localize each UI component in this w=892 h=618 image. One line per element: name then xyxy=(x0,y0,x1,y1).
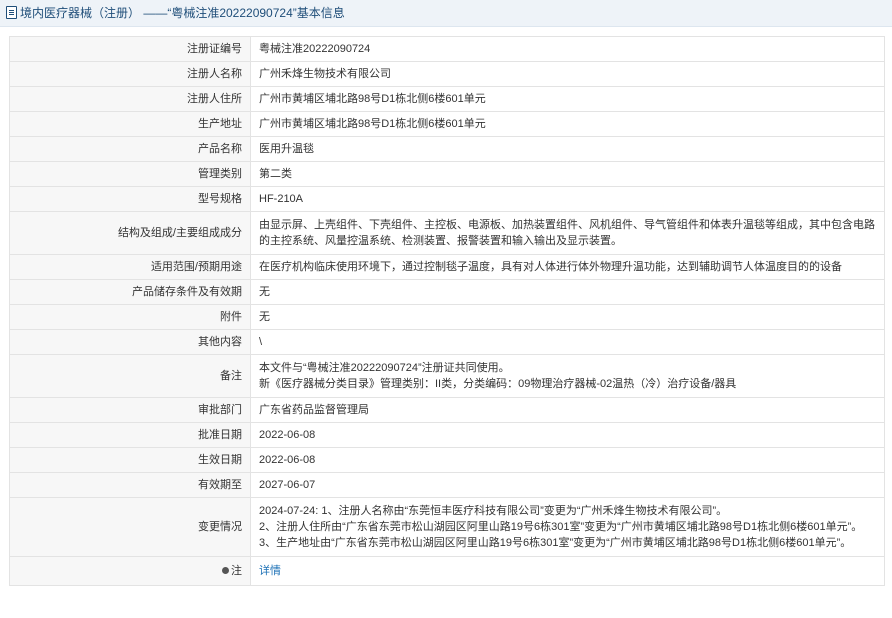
label-other: 其他内容 xyxy=(9,329,251,355)
label-mgmt-class: 管理类别 xyxy=(9,161,251,187)
value-changes: 2024-07-24: 1、注册人名称由“东莞恒丰医疗科技有限公司”变更为“广州… xyxy=(250,497,885,557)
value-other: \ xyxy=(250,329,885,355)
label-product-name: 产品名称 xyxy=(9,136,251,162)
label-reg-no: 注册证编号 xyxy=(9,36,251,62)
label-dept: 审批部门 xyxy=(9,397,251,423)
value-reg-no: 粤械注准20222090724 xyxy=(250,36,885,62)
row-attachment: 附件 无 xyxy=(9,304,885,330)
value-production-addr: 广州市黄埔区埔北路98号D1栋北侧6楼601单元 xyxy=(250,111,885,137)
value-attachment: 无 xyxy=(250,304,885,330)
row-changes: 变更情况 2024-07-24: 1、注册人名称由“东莞恒丰医疗科技有限公司”变… xyxy=(9,497,885,557)
value-approval-date: 2022-06-08 xyxy=(250,422,885,448)
details-link[interactable]: 详情 xyxy=(259,565,281,577)
detail-table: 注册证编号 粤械注准20222090724 注册人名称 广州禾烽生物技术有限公司… xyxy=(9,36,885,586)
row-approval-date: 批准日期 2022-06-08 xyxy=(9,422,885,448)
label-effective-date: 生效日期 xyxy=(9,447,251,473)
row-production-addr: 生产地址 广州市黄埔区埔北路98号D1栋北侧6楼601单元 xyxy=(9,111,885,137)
label-production-addr: 生产地址 xyxy=(9,111,251,137)
row-expiry-date: 有效期至 2027-06-07 xyxy=(9,472,885,498)
note-label: 注 xyxy=(231,565,242,577)
label-changes: 变更情况 xyxy=(9,497,251,557)
changes-line-3: 3、生产地址由“广东省东莞市松山湖园区阿里山路19号6栋301室”变更为“广州市… xyxy=(259,537,852,549)
remarks-line-1: 本文件与“粤械注准20222090724”注册证共同使用。 xyxy=(259,362,510,374)
remarks-line-2: 新《医疗器械分类目录》管理类别：II类，分类编码：09物理治疗器械-02温热（冷… xyxy=(259,378,737,390)
changes-line-1: 2024-07-24: 1、注册人名称由“东莞恒丰医疗科技有限公司”变更为“广州… xyxy=(259,505,728,517)
row-storage: 产品储存条件及有效期 无 xyxy=(9,279,885,305)
label-expiry-date: 有效期至 xyxy=(9,472,251,498)
label-remarks: 备注 xyxy=(9,354,251,398)
row-scope: 适用范围/预期用途 在医疗机构临床使用环境下，通过控制毯子温度，具有对人体进行体… xyxy=(9,254,885,280)
value-registrant-addr: 广州市黄埔区埔北路98号D1栋北侧6楼601单元 xyxy=(250,86,885,112)
row-product-name: 产品名称 医用升温毯 xyxy=(9,136,885,162)
value-remarks: 本文件与“粤械注准20222090724”注册证共同使用。 新《医疗器械分类目录… xyxy=(250,354,885,398)
document-icon xyxy=(6,6,17,19)
page-title: 境内医疗器械（注册） ——“粤械注准20222090724”基本信息 xyxy=(20,6,345,20)
value-scope: 在医疗机构临床使用环境下，通过控制毯子温度，具有对人体进行体外物理升温功能，达到… xyxy=(250,254,885,280)
row-note: 注 详情 xyxy=(9,556,885,586)
row-structure: 结构及组成/主要组成成分 由显示屏、上壳组件、下壳组件、主控板、电源板、加热装置… xyxy=(9,211,885,255)
row-model: 型号规格 HF-210A xyxy=(9,186,885,212)
row-effective-date: 生效日期 2022-06-08 xyxy=(9,447,885,473)
detail-table-container: 注册证编号 粤械注准20222090724 注册人名称 广州禾烽生物技术有限公司… xyxy=(9,36,885,586)
label-model: 型号规格 xyxy=(9,186,251,212)
label-attachment: 附件 xyxy=(9,304,251,330)
value-mgmt-class: 第二类 xyxy=(250,161,885,187)
value-structure: 由显示屏、上壳组件、下壳组件、主控板、电源板、加热装置组件、风机组件、导气管组件… xyxy=(250,211,885,255)
changes-line-2: 2、注册人住所由“广东省东莞市松山湖园区阿里山路19号6栋301室”变更为“广州… xyxy=(259,521,863,533)
value-expiry-date: 2027-06-07 xyxy=(250,472,885,498)
label-structure: 结构及组成/主要组成成分 xyxy=(9,211,251,255)
row-mgmt-class: 管理类别 第二类 xyxy=(9,161,885,187)
label-note: 注 xyxy=(9,556,251,586)
value-product-name: 医用升温毯 xyxy=(250,136,885,162)
row-reg-no: 注册证编号 粤械注准20222090724 xyxy=(9,36,885,62)
row-registrant-addr: 注册人住所 广州市黄埔区埔北路98号D1栋北侧6楼601单元 xyxy=(9,86,885,112)
row-dept: 审批部门 广东省药品监督管理局 xyxy=(9,397,885,423)
label-scope: 适用范围/预期用途 xyxy=(9,254,251,280)
row-remarks: 备注 本文件与“粤械注准20222090724”注册证共同使用。 新《医疗器械分… xyxy=(9,354,885,398)
value-storage: 无 xyxy=(250,279,885,305)
note-icon xyxy=(222,567,229,574)
value-dept: 广东省药品监督管理局 xyxy=(250,397,885,423)
row-other: 其他内容 \ xyxy=(9,329,885,355)
label-registrant: 注册人名称 xyxy=(9,61,251,87)
value-model: HF-210A xyxy=(250,186,885,212)
value-effective-date: 2022-06-08 xyxy=(250,447,885,473)
row-registrant: 注册人名称 广州禾烽生物技术有限公司 xyxy=(9,61,885,87)
label-approval-date: 批准日期 xyxy=(9,422,251,448)
label-registrant-addr: 注册人住所 xyxy=(9,86,251,112)
page-title-bar: 境内医疗器械（注册） ——“粤械注准20222090724”基本信息 xyxy=(0,0,892,27)
value-note: 详情 xyxy=(250,556,885,586)
label-storage: 产品储存条件及有效期 xyxy=(9,279,251,305)
value-registrant: 广州禾烽生物技术有限公司 xyxy=(250,61,885,87)
